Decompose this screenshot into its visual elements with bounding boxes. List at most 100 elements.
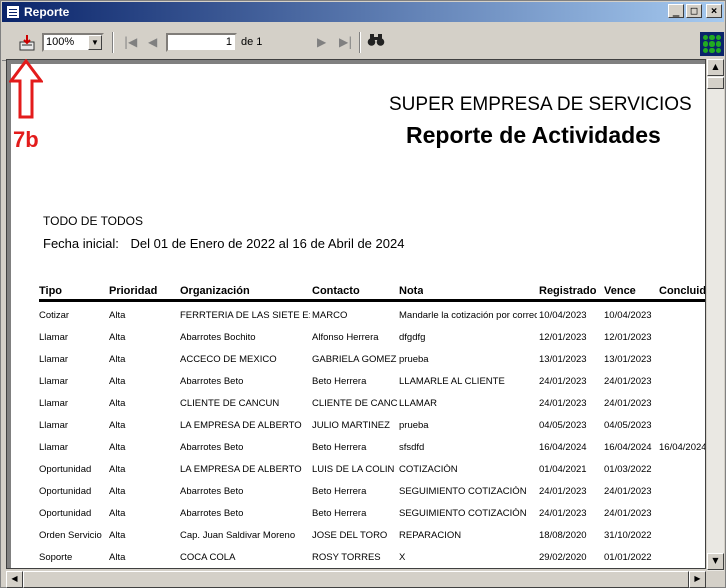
cell-prioridad: Alta — [109, 354, 126, 365]
cell-nota: X — [399, 552, 406, 563]
cell-registrado: 18/08/2020 — [539, 530, 587, 541]
table-row: Llamar Alta Abarrotes Beto Beto Herrera sfsd… — [39, 438, 705, 460]
cell-organizacion: LA EMPRESA DE ALBERTO — [180, 420, 302, 431]
table-row: Oportunidad Alta Abarrotes Beto Beto Herrer… — [39, 482, 705, 504]
vertical-scrollbar[interactable]: ▲ ▼ — [706, 59, 724, 571]
report-filter: TODO DE TODOS — [43, 214, 144, 228]
vertical-scroll-thumb[interactable] — [707, 77, 724, 89]
cell-vence: 01/01/2022 — [604, 552, 652, 563]
header-organizacion: Organización — [180, 285, 250, 297]
cell-registrado: 01/04/2021 — [539, 464, 587, 475]
annotation-label: 7b — [13, 127, 39, 152]
zoom-value: 100% — [46, 36, 75, 48]
zoom-select[interactable]: 100% ▼ — [42, 33, 104, 52]
cell-tipo: Oportunidad — [39, 486, 92, 497]
cell-nota: LLAMAR — [399, 398, 438, 409]
table-header: Tipo Prioridad Organización Contacto Not… — [39, 282, 705, 302]
cell-prioridad: Alta — [109, 486, 126, 497]
toolbar-separator — [359, 32, 361, 53]
scroll-left-icon[interactable]: ◀ — [6, 571, 23, 588]
cell-prioridad: Alta — [109, 376, 126, 387]
cell-nota: REPARACION — [399, 530, 462, 541]
cell-prioridad: Alta — [109, 310, 126, 321]
cell-nota: SEGUIMIENTO COTIZACIÓN — [399, 508, 527, 519]
cell-nota: COTIZACIÓN — [399, 464, 458, 475]
cell-vence: 24/01/2023 — [604, 376, 652, 387]
cell-tipo: Llamar — [39, 398, 69, 409]
chevron-down-icon[interactable]: ▼ — [88, 35, 102, 50]
binoculars-icon[interactable] — [367, 33, 385, 51]
prev-page-icon[interactable]: ◀ — [148, 35, 157, 49]
cell-vence: 12/01/2023 — [604, 332, 652, 343]
page-number-input[interactable]: 1 — [166, 33, 237, 52]
cell-contacto: Beto Herrera — [312, 508, 367, 519]
table-row: Soporte Alta COCA COLA ROSY TORRES X 29/02/20… — [39, 548, 705, 568]
maximize-button[interactable]: □ — [686, 4, 702, 18]
table-row: Llamar Alta Abarrotes Bochito Alfonso Herre… — [39, 328, 705, 350]
cell-vence: 24/01/2023 — [604, 508, 652, 519]
next-page-icon[interactable]: ▶ — [317, 35, 326, 49]
window-title: Reporte — [24, 5, 70, 19]
cell-tipo: Oportunidad — [39, 464, 92, 475]
cell-contacto: Beto Herrera — [312, 442, 367, 453]
viewer-logo-icon — [700, 32, 724, 56]
cell-organizacion: Abarrotes Beto — [180, 486, 244, 497]
date-range: Fecha inicial: Del 01 de Enero de 2022 a… — [43, 236, 404, 251]
report-title: Reporte de Actividades — [406, 122, 661, 148]
header-contacto: Contacto — [312, 285, 360, 297]
table-row: Orden Servicio Alta Cap. Juan Saldivar Mor… — [39, 526, 705, 548]
cell-registrado: 24/01/2023 — [539, 376, 587, 387]
cell-nota: prueba — [399, 420, 429, 431]
report-preview-area[interactable]: SUPER EMPRESA DE SERVICIOS Reporte de Ac… — [6, 59, 706, 569]
close-button[interactable]: × — [706, 4, 722, 18]
cell-prioridad: Alta — [109, 398, 126, 409]
horizontal-scroll-thumb[interactable] — [23, 571, 689, 588]
scroll-down-icon[interactable]: ▼ — [707, 553, 724, 570]
cell-registrado: 24/01/2023 — [539, 486, 587, 497]
scroll-up-icon[interactable]: ▲ — [707, 59, 724, 76]
report-app-icon — [6, 5, 20, 19]
cell-organizacion: Cap. Juan Saldivar Moreno — [180, 530, 296, 541]
table-row: Cotizar Alta FERRTERIA DE LAS SIETE E: MARC… — [39, 306, 705, 328]
first-page-icon[interactable]: |◀ — [124, 35, 137, 49]
export-button[interactable] — [15, 32, 39, 54]
cell-prioridad: Alta — [109, 442, 126, 453]
company-name: SUPER EMPRESA DE SERVICIOS — [389, 94, 692, 115]
cell-registrado: 13/01/2023 — [539, 354, 587, 365]
table-row: Oportunidad Alta LA EMPRESA DE ALBERTO LUIS… — [39, 460, 705, 482]
report-page: SUPER EMPRESA DE SERVICIOS Reporte de Ac… — [11, 64, 705, 568]
cell-registrado: 16/04/2024 — [539, 442, 587, 453]
cell-vence: 10/04/2023 — [604, 310, 652, 321]
cell-organizacion: LA EMPRESA DE ALBERTO — [180, 464, 302, 475]
date-label: Fecha inicial: — [43, 236, 119, 251]
header-vence: Vence — [604, 285, 636, 297]
cell-registrado: 10/04/2023 — [539, 310, 587, 321]
export-icon — [19, 35, 35, 51]
toolbar-separator — [112, 32, 114, 53]
header-nota: Nota — [399, 285, 424, 297]
scroll-right-icon[interactable]: ▶ — [689, 571, 706, 588]
cell-prioridad: Alta — [109, 508, 126, 519]
date-range-value: Del 01 de Enero de 2022 al 16 de Abril d… — [130, 236, 405, 251]
last-page-icon[interactable]: ▶| — [339, 35, 352, 49]
minimize-button[interactable]: _ — [668, 4, 684, 18]
cell-organizacion: Abarrotes Beto — [180, 376, 244, 387]
cell-contacto: GABRIELA GOMEZ — [312, 354, 397, 365]
cell-vence: 24/01/2023 — [604, 486, 652, 497]
table-row: Llamar Alta CLIENTE DE CANCUN CLIENTE DE CA… — [39, 394, 705, 416]
cell-nota: LLAMARLE AL CLIENTE — [399, 376, 505, 387]
cell-tipo: Llamar — [39, 354, 69, 365]
cell-prioridad: Alta — [109, 332, 126, 343]
cell-registrado: 04/05/2023 — [539, 420, 587, 431]
cell-organizacion: Abarrotes Beto — [180, 442, 244, 453]
annotation-arrow-icon — [9, 59, 43, 119]
cell-prioridad: Alta — [109, 552, 126, 563]
horizontal-scrollbar[interactable]: ◀ ▶ — [6, 571, 706, 588]
cell-nota: SEGUIMIENTO COTIZACIÓN — [399, 486, 527, 497]
cell-tipo: Oportunidad — [39, 508, 92, 519]
table-row: Llamar Alta ACCECO DE MEXICO GABRIELA GOMEZ… — [39, 350, 705, 372]
cell-tipo: Orden Servicio — [39, 530, 102, 541]
title-bar: Reporte _ □ × — [2, 2, 724, 22]
cell-tipo: Llamar — [39, 376, 69, 387]
cell-contacto: MARCO — [312, 310, 348, 321]
